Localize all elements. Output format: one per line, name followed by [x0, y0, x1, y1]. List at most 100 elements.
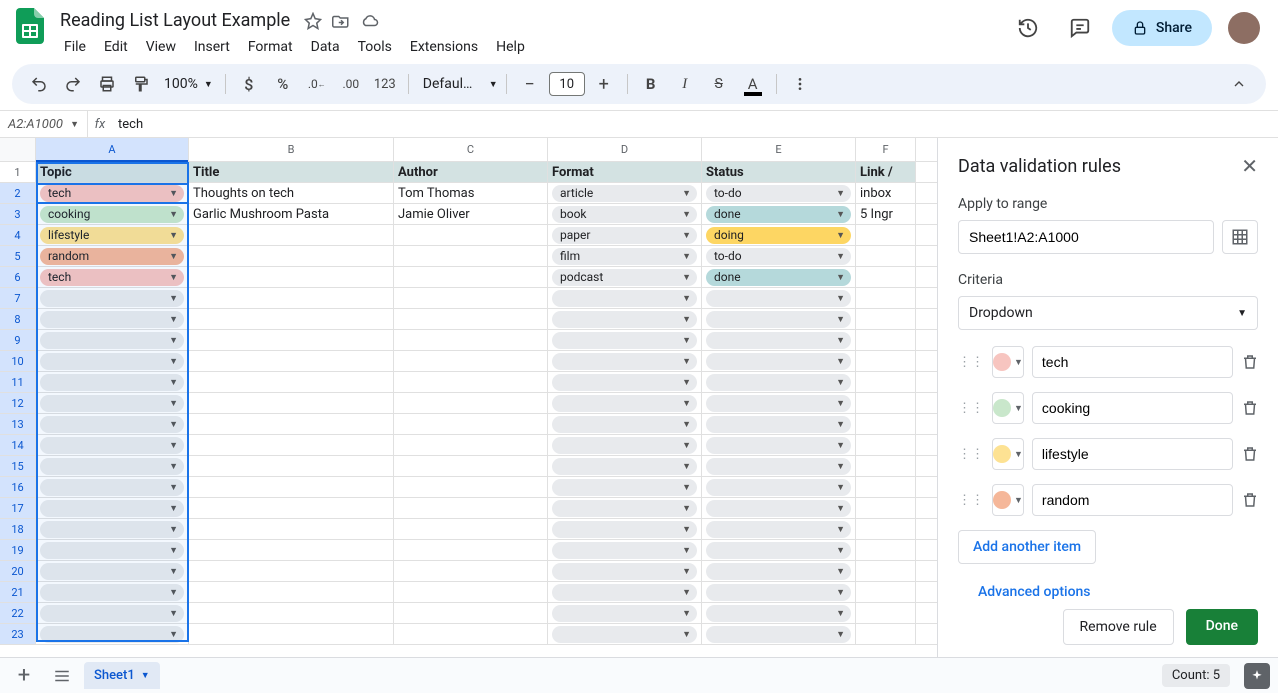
- format-chip[interactable]: ▼: [552, 479, 697, 496]
- select-all-corner[interactable]: [0, 138, 36, 161]
- topic-chip[interactable]: random▼: [40, 248, 184, 265]
- cell[interactable]: [394, 393, 548, 413]
- menu-insert[interactable]: Insert: [186, 35, 238, 59]
- cell[interactable]: [394, 372, 548, 392]
- cell[interactable]: [856, 624, 916, 644]
- cell[interactable]: [856, 309, 916, 329]
- avatar[interactable]: [1228, 12, 1260, 44]
- cell[interactable]: ▼: [702, 372, 856, 392]
- row-header[interactable]: 4: [0, 225, 36, 245]
- cell[interactable]: ▼: [36, 351, 189, 371]
- cell[interactable]: [856, 288, 916, 308]
- redo-button[interactable]: [58, 69, 88, 99]
- status-chip[interactable]: ▼: [706, 584, 851, 601]
- cell[interactable]: [856, 267, 916, 287]
- cell[interactable]: [189, 582, 394, 602]
- history-icon[interactable]: [1008, 8, 1048, 48]
- cell[interactable]: ▼: [702, 540, 856, 560]
- cell[interactable]: ▼: [548, 414, 702, 434]
- drag-handle-icon[interactable]: ⋮⋮: [958, 493, 984, 508]
- row-header[interactable]: 11: [0, 372, 36, 392]
- format-chip[interactable]: paper▼: [552, 227, 697, 244]
- option-value-input[interactable]: [1032, 392, 1233, 424]
- delete-option-button[interactable]: [1241, 399, 1259, 417]
- cell[interactable]: [394, 456, 548, 476]
- cell[interactable]: ▼: [702, 624, 856, 644]
- menu-view[interactable]: View: [138, 35, 184, 59]
- row-header[interactable]: 21: [0, 582, 36, 602]
- cell[interactable]: [394, 435, 548, 455]
- cell[interactable]: ▼: [702, 582, 856, 602]
- comment-icon[interactable]: [1060, 8, 1100, 48]
- cell[interactable]: [189, 246, 394, 266]
- topic-chip[interactable]: ▼: [40, 626, 184, 643]
- cell[interactable]: to-do▼: [702, 246, 856, 266]
- cell[interactable]: [394, 603, 548, 623]
- format-chip[interactable]: ▼: [552, 542, 697, 559]
- status-chip[interactable]: ▼: [706, 563, 851, 580]
- topic-chip[interactable]: ▼: [40, 563, 184, 580]
- cell[interactable]: ▼: [36, 309, 189, 329]
- cell[interactable]: ▼: [36, 561, 189, 581]
- format-chip[interactable]: ▼: [552, 605, 697, 622]
- topic-chip[interactable]: cooking▼: [40, 206, 184, 223]
- cell[interactable]: [856, 435, 916, 455]
- cell[interactable]: ▼: [702, 288, 856, 308]
- option-value-input[interactable]: [1032, 484, 1233, 516]
- row-header[interactable]: 18: [0, 519, 36, 539]
- row-header[interactable]: 8: [0, 309, 36, 329]
- status-chip[interactable]: ▼: [706, 479, 851, 496]
- cell[interactable]: [394, 267, 548, 287]
- cell[interactable]: [394, 582, 548, 602]
- status-chip[interactable]: ▼: [706, 437, 851, 454]
- format-chip[interactable]: ▼: [552, 437, 697, 454]
- status-chip[interactable]: ▼: [706, 542, 851, 559]
- row-header[interactable]: 2: [0, 183, 36, 203]
- cell[interactable]: ▼: [548, 603, 702, 623]
- topic-chip[interactable]: tech▼: [40, 269, 184, 286]
- cell[interactable]: inbox: [856, 183, 916, 203]
- cell[interactable]: tech▼: [36, 183, 189, 203]
- cell[interactable]: ▼: [36, 414, 189, 434]
- cell[interactable]: [189, 603, 394, 623]
- cell[interactable]: [856, 582, 916, 602]
- cell[interactable]: doing▼: [702, 225, 856, 245]
- range-input[interactable]: [958, 220, 1214, 254]
- cell[interactable]: ▼: [36, 435, 189, 455]
- option-color-button[interactable]: ▼: [992, 484, 1024, 516]
- cell[interactable]: ▼: [548, 288, 702, 308]
- more-toolbar-button[interactable]: [785, 69, 815, 99]
- cell[interactable]: ▼: [548, 540, 702, 560]
- topic-chip[interactable]: ▼: [40, 500, 184, 517]
- strikethrough-button[interactable]: S: [704, 69, 734, 99]
- cell[interactable]: ▼: [548, 330, 702, 350]
- sheets-logo[interactable]: [12, 8, 48, 44]
- sheet-tab[interactable]: Sheet1▼: [84, 662, 160, 689]
- currency-button[interactable]: $: [234, 69, 264, 99]
- menu-extensions[interactable]: Extensions: [402, 35, 486, 59]
- cell[interactable]: [856, 246, 916, 266]
- row-header[interactable]: 16: [0, 477, 36, 497]
- cell[interactable]: [189, 393, 394, 413]
- cell[interactable]: [856, 393, 916, 413]
- cell[interactable]: [394, 624, 548, 644]
- namebox[interactable]: A2:A1000▼: [0, 111, 88, 137]
- cell[interactable]: ▼: [36, 393, 189, 413]
- status-chip[interactable]: done▼: [706, 206, 851, 223]
- cell[interactable]: [189, 267, 394, 287]
- topic-chip[interactable]: ▼: [40, 605, 184, 622]
- cell[interactable]: done▼: [702, 204, 856, 224]
- add-sheet-button[interactable]: +: [8, 660, 40, 692]
- cell[interactable]: ▼: [702, 477, 856, 497]
- menu-file[interactable]: File: [56, 35, 94, 59]
- cell[interactable]: to-do▼: [702, 183, 856, 203]
- format-chip[interactable]: ▼: [552, 290, 697, 307]
- cell[interactable]: ▼: [548, 456, 702, 476]
- col-header-b[interactable]: B: [189, 138, 394, 161]
- cell[interactable]: ▼: [36, 624, 189, 644]
- option-color-button[interactable]: ▼: [992, 438, 1024, 470]
- move-icon[interactable]: [332, 12, 350, 30]
- topic-chip[interactable]: ▼: [40, 416, 184, 433]
- cell[interactable]: article▼: [548, 183, 702, 203]
- cell[interactable]: [189, 225, 394, 245]
